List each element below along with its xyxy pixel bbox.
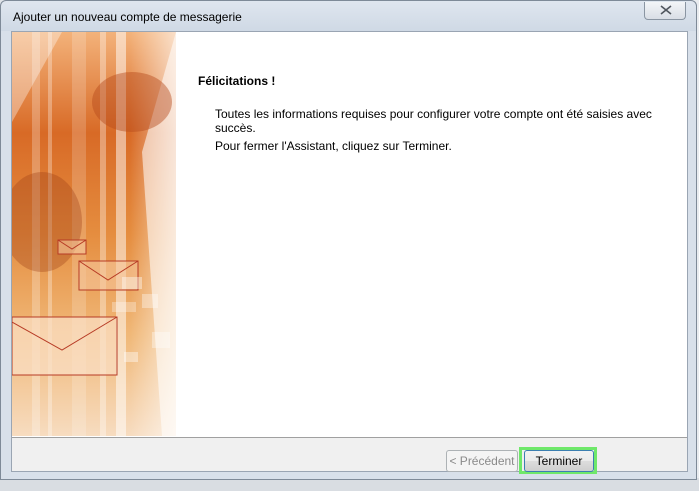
close-instruction: Pour fermer l'Assistant, cliquez sur Ter… [215,139,452,153]
wizard-content: Félicitations ! Toutes les informations … [12,32,687,438]
finish-button[interactable]: Terminer [524,450,594,472]
close-button[interactable] [644,2,686,20]
wizard-client-area: Félicitations ! Toutes les informations … [11,31,688,474]
envelope-icon [57,239,87,255]
close-icon [660,5,672,15]
envelope-banner [12,32,176,436]
title-bar[interactable]: Ajouter un nouveau compte de messagerie [1,1,696,31]
previous-button[interactable]: < Précédent [446,450,518,472]
success-message: Toutes les informations requises pour co… [215,107,652,135]
wizard-window: Ajouter un nouveau compte de messagerie [0,0,697,480]
window-title: Ajouter un nouveau compte de messagerie [13,10,242,24]
page-heading: Félicitations ! [198,74,276,88]
